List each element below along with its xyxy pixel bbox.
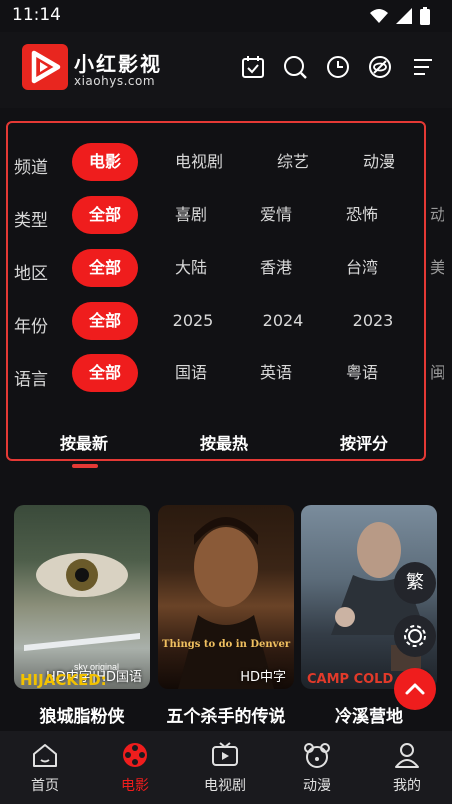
filter-label-language: 语言: [14, 370, 48, 390]
wifi-icon: [370, 9, 388, 23]
app-header: 小红影视 xiaohys.com: [0, 32, 452, 108]
menu-icon[interactable]: [410, 54, 436, 80]
back-to-top-button[interactable]: [394, 668, 436, 710]
filter-label-genre: 类型: [14, 211, 48, 231]
sort-hottest[interactable]: 按最热: [200, 430, 248, 454]
nav-label-movie: 电影: [121, 778, 149, 794]
film-reel-icon: [123, 743, 147, 767]
nav-label-home: 首页: [31, 778, 59, 794]
poster-portrait-art: [178, 517, 274, 689]
nav-item-home[interactable]: 首页: [0, 731, 90, 804]
poster-caption: HIJACKED:: [20, 671, 107, 689]
cellular-signal-icon: [396, 8, 412, 24]
status-bar: 11:14: [0, 0, 452, 32]
chip-region-hongkong[interactable]: 香港: [243, 249, 309, 287]
chip-language-cantonese[interactable]: 粤语: [329, 354, 395, 392]
chip-year-2024[interactable]: 2024: [250, 302, 316, 340]
filter-label-channel: 频道: [14, 158, 48, 178]
chip-channel-movie[interactable]: 电影: [72, 143, 138, 181]
play-logo-icon: [31, 50, 61, 84]
chip-region-overflow[interactable]: 美: [430, 249, 444, 287]
chip-genre-all[interactable]: 全部: [72, 196, 138, 234]
poster-eye-art: sky original: [24, 553, 140, 672]
clock-icon[interactable]: [325, 54, 351, 80]
chip-channel-anime[interactable]: 动漫: [346, 143, 412, 181]
chevron-up-icon: [405, 683, 425, 695]
chip-region-mainland[interactable]: 大陆: [158, 249, 224, 287]
movie-card[interactable]: sky original HD中字|HD国语 HIJACKED:: [14, 505, 150, 689]
chip-year-2025[interactable]: 2025: [160, 302, 226, 340]
bear-icon: [304, 743, 330, 768]
user-icon: [395, 743, 419, 768]
battery-icon: [420, 7, 430, 25]
filter-label-region: 地区: [14, 264, 48, 284]
chip-channel-variety[interactable]: 综艺: [260, 143, 326, 181]
nav-item-tv[interactable]: 电视剧: [180, 731, 270, 804]
sort-active-indicator: [72, 464, 98, 468]
movie-card[interactable]: Things to do in Denver HD中字: [158, 505, 294, 689]
gear-icon: [404, 625, 426, 647]
home-icon: [33, 744, 57, 767]
eye-off-icon[interactable]: [367, 54, 393, 80]
settings-button[interactable]: [394, 615, 436, 657]
chip-language-mandarin[interactable]: 国语: [158, 354, 224, 392]
chip-language-english[interactable]: 英语: [243, 354, 309, 392]
chip-year-2023[interactable]: 2023: [340, 302, 406, 340]
app-name: 小红影视: [74, 52, 162, 76]
chip-genre-romance[interactable]: 爱情: [243, 196, 309, 234]
nav-label-tv: 电视剧: [204, 778, 246, 794]
status-time: 11:14: [12, 5, 61, 25]
chip-year-all[interactable]: 全部: [72, 302, 138, 340]
filter-label-year: 年份: [14, 317, 48, 337]
chip-language-overflow[interactable]: 闽: [430, 354, 444, 392]
chip-region-all[interactable]: 全部: [72, 249, 138, 287]
poster-caption: CAMP COLD: [307, 672, 394, 687]
sort-latest[interactable]: 按最新: [60, 430, 108, 454]
movie-badge: HD中字: [240, 670, 286, 685]
status-icons: [370, 7, 430, 25]
calendar-check-icon[interactable]: [240, 54, 266, 80]
poster-caption: Things to do in Denver: [162, 639, 291, 650]
app-domain: xiaohys.com: [74, 74, 156, 88]
sort-rating[interactable]: 按评分: [340, 430, 388, 454]
chip-genre-comedy[interactable]: 喜剧: [158, 196, 224, 234]
traditional-chinese-button[interactable]: 繁: [394, 562, 436, 604]
search-icon[interactable]: [282, 54, 308, 80]
movie-title[interactable]: 五个杀手的传说: [158, 702, 294, 727]
chip-channel-tv[interactable]: 电视剧: [166, 143, 232, 181]
nav-label-anime: 动漫: [303, 778, 331, 794]
nav-label-profile: 我的: [393, 778, 421, 794]
bottom-nav: 首页 电影 电视剧 动漫 我的: [0, 731, 452, 804]
nav-item-profile[interactable]: 我的: [362, 731, 452, 804]
nav-item-movie[interactable]: 电影: [90, 731, 180, 804]
chip-region-taiwan[interactable]: 台湾: [329, 249, 395, 287]
nav-item-anime[interactable]: 动漫: [272, 731, 362, 804]
chip-genre-horror[interactable]: 恐怖: [329, 196, 395, 234]
chip-language-all[interactable]: 全部: [72, 354, 138, 392]
app-logo: [22, 44, 68, 90]
movie-title[interactable]: 狼城脂粉侠: [14, 702, 150, 727]
chip-genre-overflow[interactable]: 动: [430, 196, 444, 234]
tv-icon: [212, 742, 238, 766]
